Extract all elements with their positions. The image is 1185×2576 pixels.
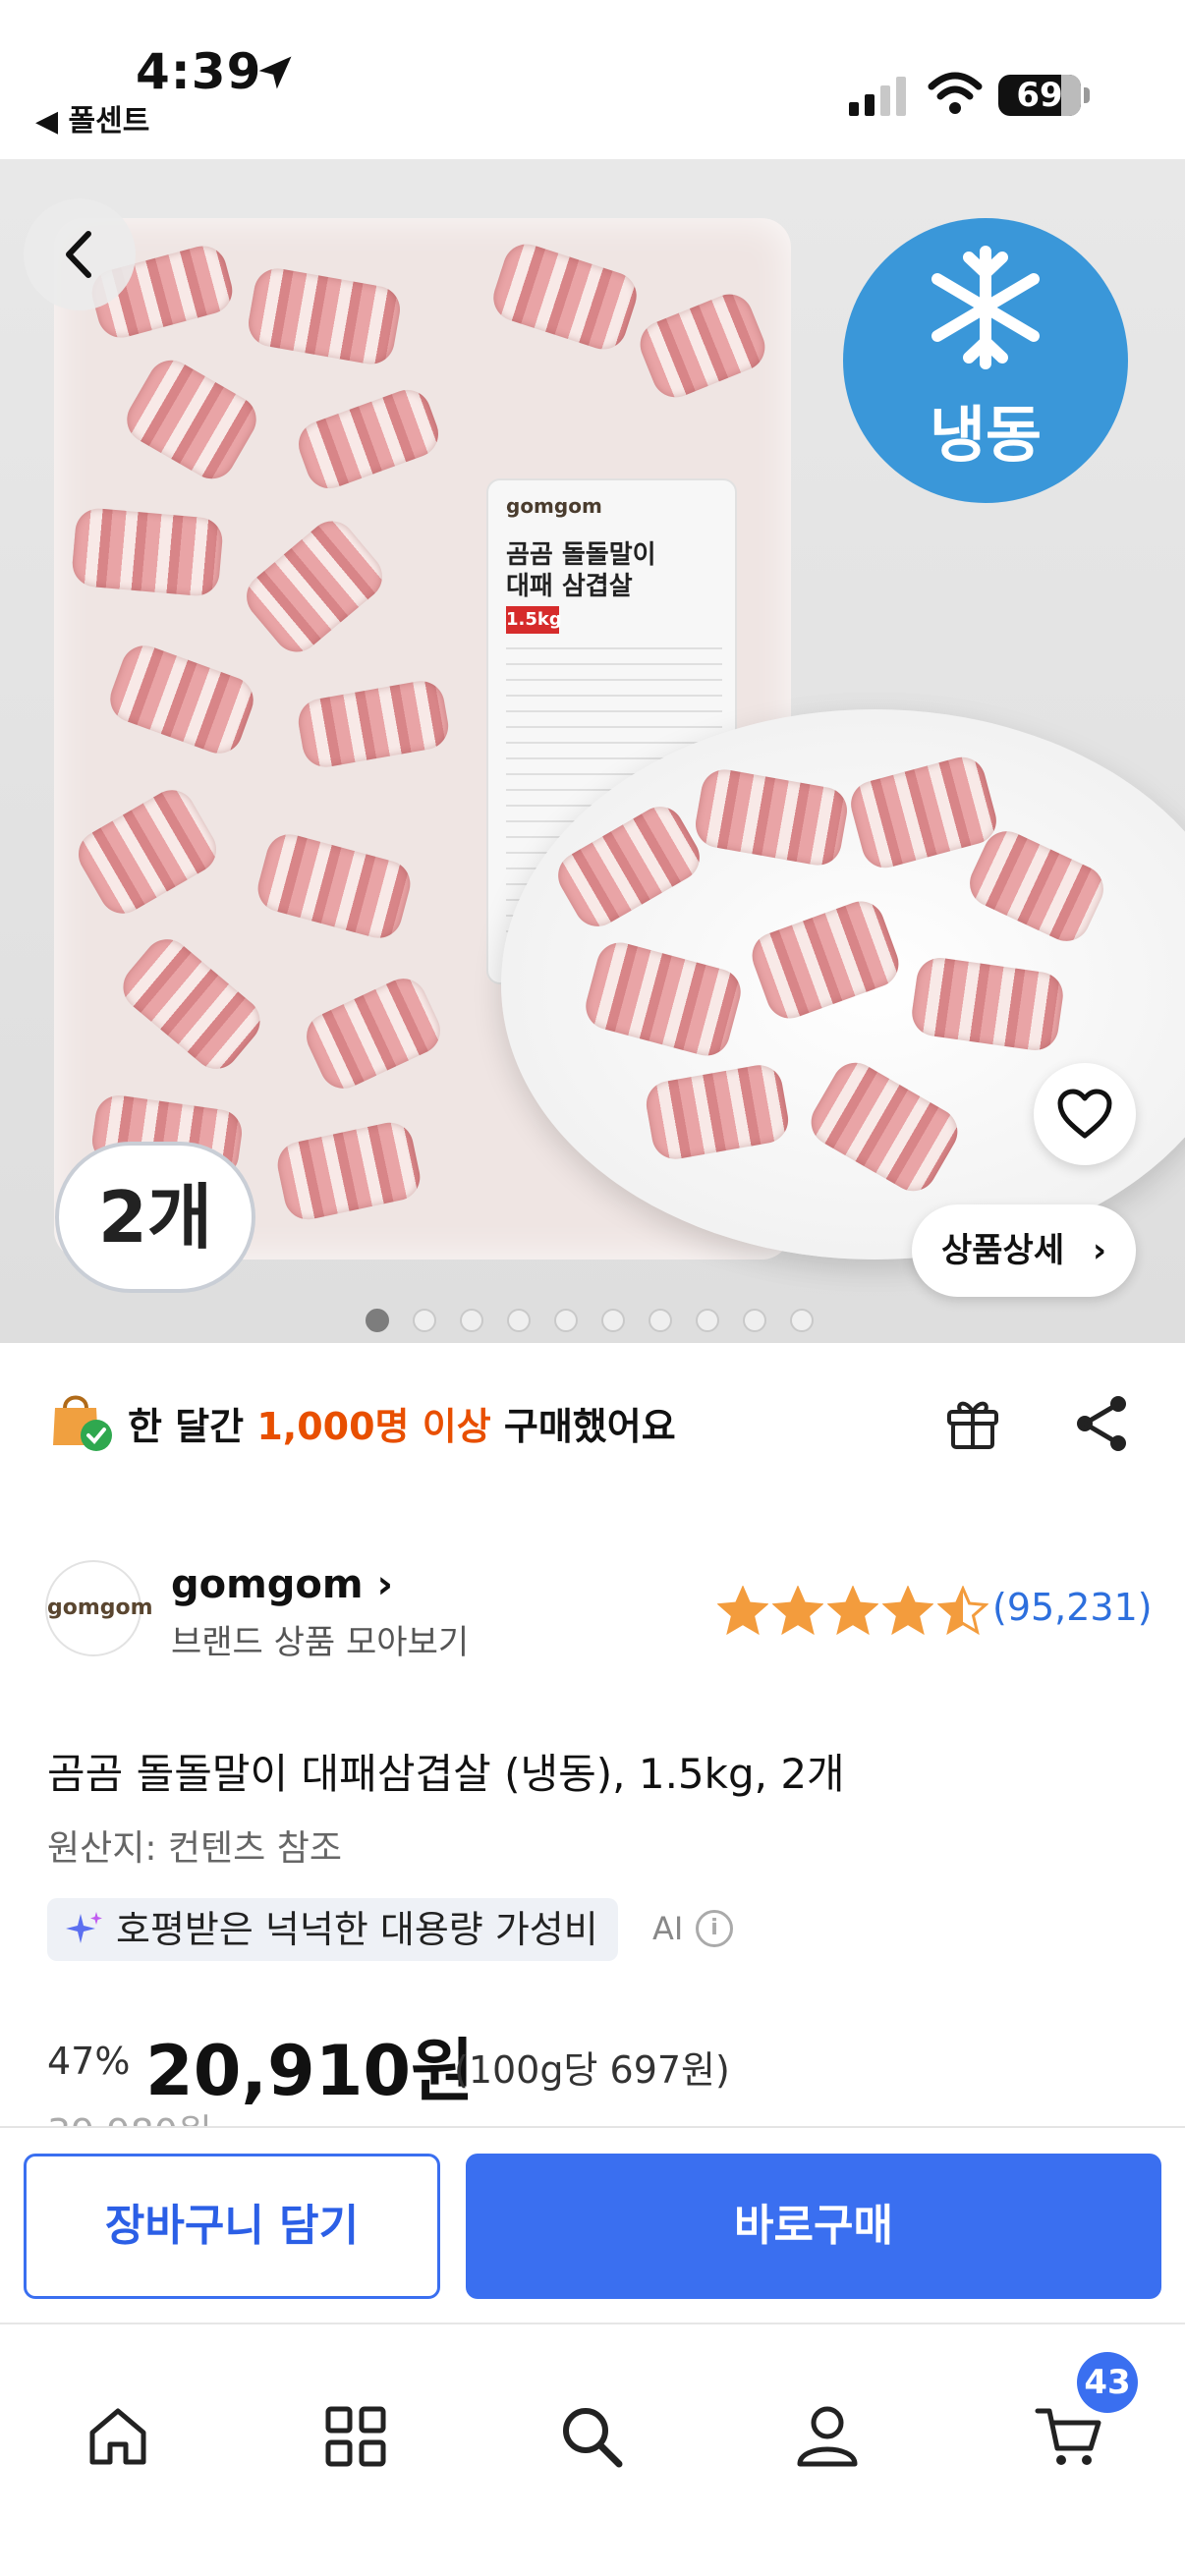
product-detail-label: 상품상세 — [941, 1231, 1065, 1270]
purchase-suffix: 구매했어요 — [490, 1405, 676, 1448]
heart-icon — [1057, 1089, 1112, 1139]
gallery-pagination — [366, 1309, 814, 1332]
home-icon[interactable] — [83, 2401, 153, 2472]
star-icon — [772, 1586, 823, 1636]
brand-all-products-link[interactable]: 브랜드 상품 모아보기 — [171, 1615, 469, 1663]
brand-link[interactable]: gomgom › — [171, 1562, 393, 1607]
add-to-cart-button[interactable]: 장바구니 담기 — [24, 2154, 440, 2299]
product-origin: 원산지: 컨텐츠 참조 — [47, 1828, 342, 1869]
info-icon[interactable]: i — [696, 1910, 733, 1947]
brand-logo[interactable]: gomgom — [45, 1560, 153, 1656]
category-grid-icon[interactable] — [320, 2401, 391, 2472]
original-price: 39,980원 — [47, 2102, 212, 2126]
unit-price: (100g당 697원) — [454, 2048, 730, 2092]
purchase-highlight: 1,000명 이상 — [256, 1405, 491, 1448]
pagination-dot[interactable] — [790, 1309, 814, 1332]
snowflake-icon — [931, 246, 1040, 369]
shopping-bag-check-icon — [53, 1395, 112, 1451]
back-to-app-link[interactable]: ◀ 폴센트 — [35, 96, 149, 140]
brand-name: gomgom — [171, 1562, 364, 1607]
status-bar: 4:39 ◀ 폴센트 69 — [0, 0, 1185, 159]
sparkle-icon — [66, 1912, 102, 1943]
sale-price: 20,910원 — [145, 2031, 475, 2111]
star-icon — [882, 1586, 933, 1636]
status-time: 4:39 — [136, 43, 262, 100]
frozen-badge: 냉동 — [843, 218, 1128, 503]
pagination-dot[interactable] — [413, 1309, 436, 1332]
battery-indicator: 69 — [998, 75, 1081, 116]
search-icon[interactable] — [556, 2401, 627, 2472]
pagination-dot[interactable] — [743, 1309, 766, 1332]
quantity-badge: 2개 — [55, 1142, 255, 1293]
my-page-icon[interactable] — [792, 2401, 863, 2472]
pagination-dot[interactable] — [366, 1309, 389, 1332]
pagination-dot[interactable] — [696, 1309, 719, 1332]
pagination-dot[interactable] — [507, 1309, 531, 1332]
chevron-right-icon: › — [376, 1562, 394, 1607]
purchase-prefix: 한 달간 — [128, 1405, 257, 1448]
ai-summary-chip[interactable]: 호평받은 넉넉한 대용량 가성비 — [47, 1898, 618, 1961]
bottom-navigation: 43 — [0, 2323, 1185, 2576]
purchase-action-bar: 장바구니 담기 바로구매 — [0, 2126, 1185, 2323]
cart-icon[interactable] — [1034, 2401, 1104, 2472]
wifi-icon — [928, 72, 983, 114]
discount-rate: 47% — [47, 2040, 131, 2083]
cellular-signal-icon — [849, 77, 906, 116]
share-icon[interactable] — [1071, 1392, 1134, 1455]
product-detail-button[interactable]: 상품상세 › — [912, 1204, 1136, 1297]
product-title: 곰곰 돌돌말이 대패삼겹살 (냉동), 1.5kg, 2개 — [47, 1750, 845, 1798]
battery-cap — [1084, 87, 1090, 103]
star-icon — [717, 1586, 768, 1636]
label-brand: gomgom — [506, 494, 602, 518]
ai-label: AI — [652, 1910, 684, 1947]
purchase-count-text: 한 달간 1,000명 이상 구매했어요 — [128, 1396, 676, 1450]
pagination-dot[interactable] — [460, 1309, 483, 1332]
rating-stars — [717, 1586, 988, 1637]
product-image-gallery[interactable]: gomgom 곰곰 돌돌말이 대패 삼겹살 1.5kg 냉동 2개 상품상세 › — [0, 159, 1185, 1343]
chevron-right-icon: › — [1092, 1231, 1106, 1270]
frozen-badge-label: 냉동 — [929, 399, 1043, 471]
back-button[interactable] — [24, 198, 136, 310]
ai-summary-text: 호평받은 넉넉한 대용량 가성비 — [116, 1908, 598, 1951]
wishlist-button[interactable] — [1034, 1063, 1136, 1165]
buy-now-button[interactable]: 바로구매 — [466, 2154, 1161, 2299]
star-icon — [937, 1586, 988, 1636]
pagination-dot[interactable] — [554, 1309, 578, 1332]
cart-count-badge: 43 — [1077, 2352, 1138, 2413]
label-weight: 1.5kg — [506, 606, 562, 634]
location-arrow-icon — [258, 56, 292, 89]
gift-icon[interactable] — [941, 1390, 1004, 1453]
label-product-name: 곰곰 돌돌말이 대패 삼겹살 — [506, 540, 656, 601]
review-count-link[interactable]: (95,231) — [992, 1586, 1153, 1629]
chevron-left-icon — [66, 231, 91, 278]
pagination-dot[interactable] — [601, 1309, 625, 1332]
battery-level: 69 — [1016, 76, 1063, 115]
purchase-stats-row: 한 달간 1,000명 이상 구매했어요 — [0, 1343, 1185, 1500]
star-icon — [827, 1586, 878, 1636]
pagination-dot[interactable] — [649, 1309, 672, 1332]
